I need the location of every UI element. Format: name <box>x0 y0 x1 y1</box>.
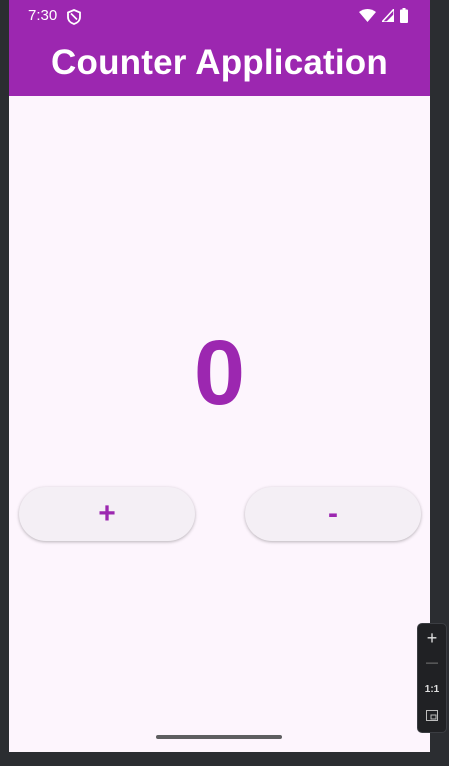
decrement-label: - <box>328 497 338 530</box>
status-time: 7:30 <box>28 7 58 24</box>
counter-value: 0 <box>193 322 246 424</box>
wifi-icon <box>359 9 376 22</box>
status-bar: 7:30 <box>9 0 430 33</box>
app-bar: Counter Application <box>9 33 430 96</box>
emulator-frame: 7:30 Counter Application 0 + - + — 1:1 <box>0 0 449 766</box>
status-icons <box>359 8 408 23</box>
increment-label: + <box>98 497 116 530</box>
zoom-out-button[interactable]: — <box>418 655 446 669</box>
increment-button[interactable]: + <box>19 487 195 541</box>
app-title: Counter Application <box>51 42 388 82</box>
gesture-nav-bar[interactable] <box>156 735 282 739</box>
fit-screen-icon <box>426 710 438 721</box>
signal-icon <box>382 9 394 22</box>
battery-icon <box>400 8 408 23</box>
decrement-button[interactable]: - <box>245 487 421 541</box>
phone-screen: 7:30 Counter Application 0 + - <box>9 0 430 752</box>
emulator-zoom-panel: + — 1:1 <box>417 623 447 733</box>
shield-icon <box>67 9 81 25</box>
zoom-in-button[interactable]: + <box>418 628 446 649</box>
fit-screen-button[interactable] <box>418 710 446 724</box>
actual-size-button[interactable]: 1:1 <box>418 684 446 695</box>
